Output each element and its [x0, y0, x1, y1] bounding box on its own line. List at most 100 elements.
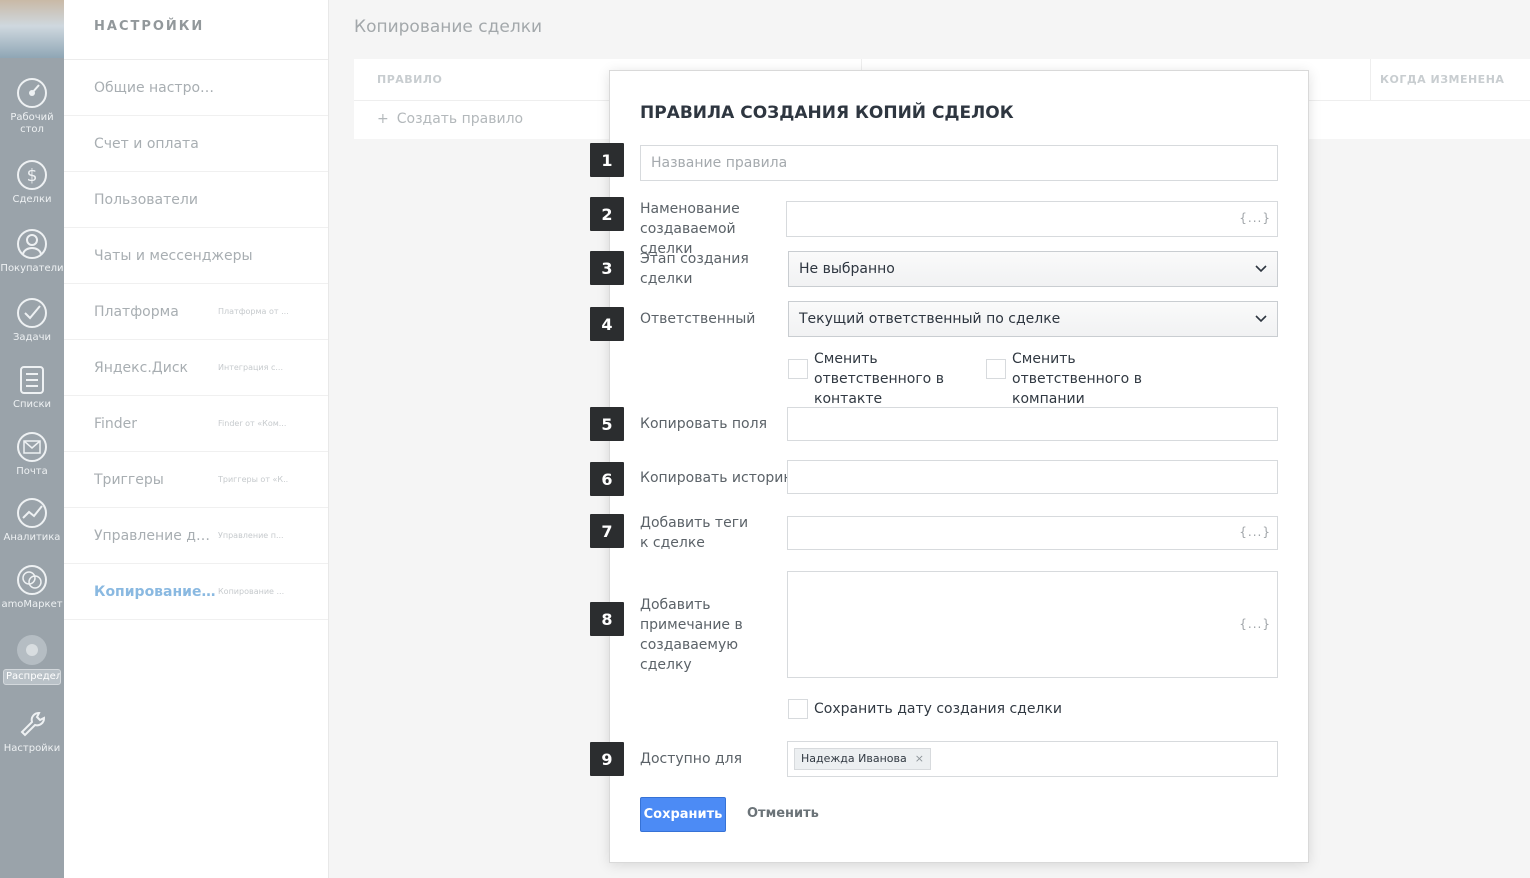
menu-label: Управление дан...	[94, 527, 218, 544]
modal-title: ПРАВИЛА СОЗДАНИЯ КОПИЙ СДЕЛОК	[640, 103, 1014, 123]
placeholder-insert-icon[interactable]: {...}	[1239, 617, 1271, 631]
chevron-down-icon	[1255, 265, 1267, 273]
nav-mail[interactable]: Почта	[0, 430, 64, 478]
responsible-label: Ответственный	[640, 311, 756, 327]
create-rule-link[interactable]: + Создать правило	[377, 111, 523, 127]
menu-sub: Триггеры от «К...	[218, 475, 288, 484]
available-users-input[interactable]: Надежда Иванова ×	[787, 741, 1278, 777]
list-icon	[20, 366, 44, 394]
settings-item-general[interactable]: Общие настройки	[64, 60, 328, 116]
create-rule-label: Создать правило	[396, 111, 524, 127]
main-nav: Рабочий стол $ Сделки Покупатели Задачи …	[0, 0, 64, 878]
settings-item-deal-copy[interactable]: Копирование сд...Копирование ...	[64, 564, 328, 620]
change-company-checkbox[interactable]	[986, 359, 1006, 379]
nav-lists[interactable]: Списки	[0, 363, 64, 411]
menu-sub: Интеграция с...	[218, 363, 284, 372]
mail-icon	[17, 432, 47, 462]
copy-rules-modal: ПРАВИЛА СОЗДАНИЯ КОПИЙ СДЕЛОК 1 Название…	[590, 70, 1309, 863]
menu-label: Finder	[94, 415, 138, 432]
menu-label: Чаты и мессенджеры	[94, 247, 253, 264]
wrench-icon	[20, 712, 45, 737]
nav-market[interactable]: amoМаркет	[0, 563, 64, 611]
nav-label: amoМаркет	[1, 599, 63, 610]
market-icon	[17, 565, 47, 595]
settings-item-data-management[interactable]: Управление дан... Управление п...	[64, 508, 328, 564]
nav-dashboard[interactable]: Рабочий стол	[0, 76, 64, 136]
menu-label: Общие настройки	[94, 79, 218, 96]
menu-label: Копирование сд...	[94, 583, 218, 600]
nav-label: Покупатели	[0, 263, 64, 274]
nav-label: Сделки	[12, 194, 52, 205]
settings-title: НАСТРОЙКИ	[64, 0, 328, 60]
settings-item-finder[interactable]: Finder Finder от «Ком...	[64, 396, 328, 452]
stage-select[interactable]: Не выбранно	[788, 251, 1278, 287]
menu-label: Платформа	[94, 303, 179, 320]
customers-icon	[17, 229, 47, 259]
settings-item-triggers[interactable]: Триггеры Триггеры от «К...	[64, 452, 328, 508]
nav-customers[interactable]: Покупатели	[0, 227, 64, 275]
nav-label: Списки	[12, 399, 52, 410]
nav-settings[interactable]: Настройки	[0, 707, 64, 755]
placeholder-insert-icon[interactable]: {...}	[1239, 211, 1271, 225]
settings-item-chats[interactable]: Чаты и мессенджеры	[64, 228, 328, 284]
page-title: Копирование сделки	[354, 17, 543, 37]
keep-date-checkbox[interactable]	[788, 699, 808, 719]
user-tag-label: Надежда Иванова	[801, 752, 907, 765]
dollar-icon: $	[17, 160, 47, 190]
step-badge: 3	[590, 251, 624, 285]
settings-menu: НАСТРОЙКИ Общие настройки Счет и оплата …	[64, 0, 329, 878]
copy-history-label: Копировать историю	[640, 470, 796, 486]
account-avatar[interactable]	[0, 0, 64, 58]
change-contact-checkbox[interactable]	[788, 359, 808, 379]
settings-item-billing[interactable]: Счет и оплата	[64, 116, 328, 172]
menu-label: Пользователи	[94, 191, 198, 208]
change-contact-label: Сменить ответственного в контакте	[814, 351, 944, 407]
copy-history-input[interactable]	[787, 460, 1278, 494]
menu-label: Счет и оплата	[94, 135, 199, 152]
nav-label: Настройки	[3, 743, 61, 754]
nav-analytics[interactable]: Аналитика	[0, 496, 64, 544]
menu-sub: Платформа от ...	[218, 307, 288, 316]
nav-deals[interactable]: $ Сделки	[0, 158, 64, 206]
change-company-label: Сменить ответственного в компании	[1012, 351, 1142, 407]
user-tag: Надежда Иванова ×	[794, 748, 931, 770]
column-changed[interactable]: КОГДА ИЗМЕНЕНА	[1380, 73, 1504, 86]
menu-sub: Управление п...	[218, 531, 284, 540]
check-icon	[17, 298, 47, 328]
column-divider	[1370, 59, 1371, 101]
add-note-textarea[interactable]: {...}	[787, 571, 1278, 678]
remove-tag-icon[interactable]: ×	[915, 752, 924, 765]
step-badge: 6	[590, 462, 624, 496]
svg-text:$: $	[27, 166, 38, 186]
nav-distribution[interactable]: Распредел	[0, 633, 64, 689]
add-tags-input[interactable]: {...}	[787, 516, 1278, 550]
plus-icon: +	[377, 111, 389, 127]
settings-item-users[interactable]: Пользователи	[64, 172, 328, 228]
menu-label: Яндекс.Диск	[94, 359, 188, 376]
copy-fields-input[interactable]	[787, 407, 1278, 441]
menu-sub: Finder от «Ком...	[218, 419, 287, 428]
nav-label: Распредел	[3, 669, 61, 685]
settings-item-yandex-disk[interactable]: Яндекс.Диск Интеграция с...	[64, 340, 328, 396]
responsible-select[interactable]: Текущий ответственный по сделке	[788, 301, 1278, 337]
chevron-down-icon	[1255, 315, 1267, 323]
nav-label: Почта	[16, 466, 48, 477]
nav-tasks[interactable]: Задачи	[0, 296, 64, 344]
analytics-icon	[17, 498, 47, 528]
step-badge: 4	[590, 307, 624, 341]
nav-label: Аналитика	[3, 532, 61, 543]
step-badge: 5	[590, 407, 624, 441]
settings-item-platform[interactable]: Платформа Платформа от ...	[64, 284, 328, 340]
save-button[interactable]: Сохранить	[640, 797, 726, 832]
add-tags-label: Добавить теги к сделке	[640, 515, 749, 551]
cancel-button[interactable]: Отменить	[747, 806, 819, 821]
stage-value: Не выбранно	[799, 261, 895, 277]
keep-date-label: Сохранить дату создания сделки	[814, 701, 1062, 717]
column-rule[interactable]: ПРАВИЛО	[377, 73, 442, 86]
placeholder-insert-icon[interactable]: {...}	[1239, 525, 1271, 539]
rule-name-input[interactable]: Название правила	[640, 145, 1278, 181]
dashboard-icon	[17, 78, 47, 108]
deal-name-input[interactable]: {...}	[786, 201, 1278, 237]
distribution-icon	[17, 635, 47, 665]
available-label: Доступно для	[640, 751, 743, 767]
